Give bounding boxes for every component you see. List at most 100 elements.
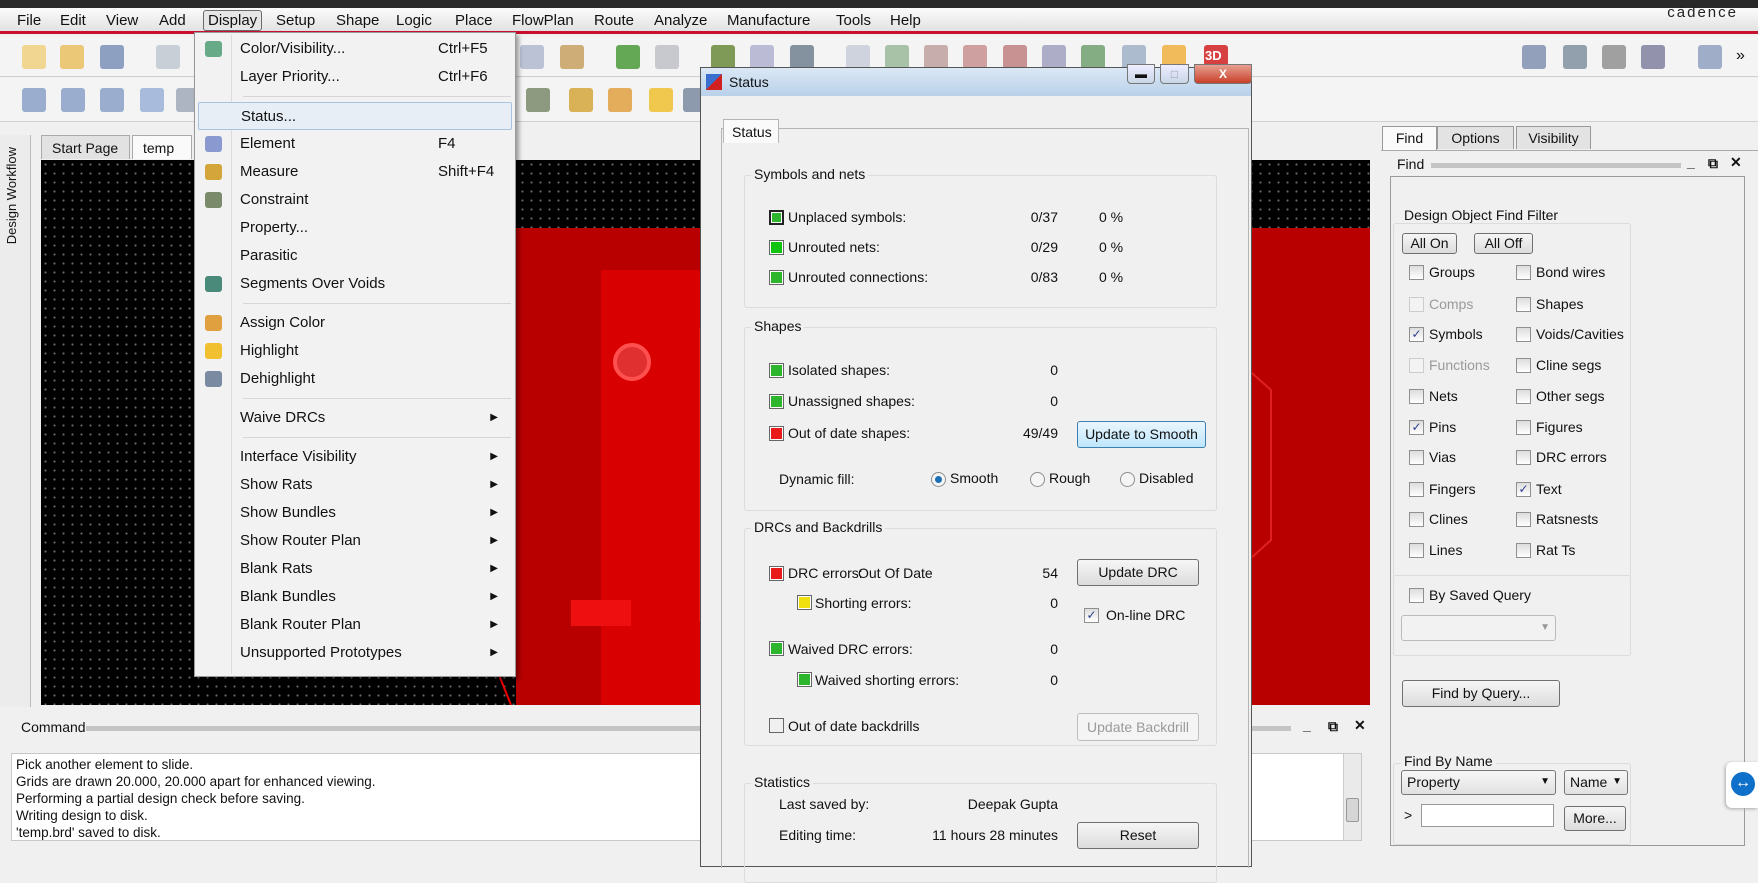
menu-item-blank-rats[interactable]: Blank Rats ▶: [198, 555, 512, 583]
constraint-icon[interactable]: [526, 88, 550, 112]
menu-item-assign-color[interactable]: Assign Color: [198, 309, 512, 337]
tab-temp[interactable]: temp: [132, 135, 192, 159]
close-icon[interactable]: ✕: [1730, 154, 1742, 171]
add-text-icon[interactable]: [520, 45, 544, 69]
component-u1-icon[interactable]: [655, 45, 679, 69]
teamviewer-widget[interactable]: ↔: [1726, 762, 1758, 808]
menu-flowplan[interactable]: FlowPlan: [508, 11, 578, 30]
all-off-button[interactable]: All Off: [1474, 233, 1533, 254]
menu-shape[interactable]: Shape: [332, 11, 383, 30]
move-icon[interactable]: [156, 45, 180, 69]
filter-groups-checkbox[interactable]: [1409, 265, 1424, 280]
highlight-icon[interactable]: [649, 88, 673, 112]
filter-shapes-checkbox[interactable]: [1516, 297, 1531, 312]
filter-pins-checkbox[interactable]: ✓: [1409, 420, 1424, 435]
menu-item-show-router-plan[interactable]: Show Router Plan ▶: [198, 527, 512, 555]
menu-item-highlight[interactable]: Highlight: [198, 337, 512, 365]
filter-figures-checkbox[interactable]: [1516, 420, 1531, 435]
save-icon[interactable]: [100, 45, 124, 69]
menu-item-measure[interactable]: Measure Shift+F4: [198, 158, 512, 186]
filter-symbols-checkbox[interactable]: ✓: [1409, 327, 1424, 342]
new-file-icon[interactable]: [22, 45, 46, 69]
name-select[interactable]: Name ▼: [1564, 770, 1628, 795]
close-icon[interactable]: ✕: [1354, 717, 1366, 734]
filter-rat-ts-checkbox[interactable]: [1516, 543, 1531, 558]
filter-ratsnests-checkbox[interactable]: [1516, 512, 1531, 527]
windows-icon[interactable]: [1698, 45, 1722, 69]
filter-lines-checkbox[interactable]: [1409, 543, 1424, 558]
menu-analyze[interactable]: Analyze: [650, 11, 711, 30]
filter-bond-wires-checkbox[interactable]: [1516, 265, 1531, 280]
filter-clines-checkbox[interactable]: [1409, 512, 1424, 527]
panel-drag-handle[interactable]: [1431, 163, 1681, 168]
menu-view[interactable]: View: [102, 11, 142, 30]
camera-icon[interactable]: [1602, 45, 1626, 69]
tab-find[interactable]: Find: [1382, 126, 1437, 150]
measure-icon[interactable]: [569, 88, 593, 112]
add-connect-icon[interactable]: [711, 45, 735, 69]
tab-start-page[interactable]: Start Page: [41, 135, 130, 159]
update-backdrill-button[interactable]: Update Backdrill: [1077, 713, 1199, 741]
menu-item-segments-over-voids[interactable]: Segments Over Voids: [198, 270, 512, 298]
close-button[interactable]: X: [1194, 64, 1252, 84]
delay-tune-icon[interactable]: [790, 45, 814, 69]
fill-smooth-radio[interactable]: [931, 472, 946, 487]
scrollbar-thumb[interactable]: [1346, 798, 1359, 822]
menu-help[interactable]: Help: [886, 11, 925, 30]
menu-logic[interactable]: Logic: [392, 11, 436, 30]
by-saved-query-checkbox[interactable]: [1409, 588, 1424, 603]
menu-item-dehighlight[interactable]: Dehighlight: [198, 365, 512, 393]
reset-button[interactable]: Reset: [1077, 822, 1199, 849]
menu-manufacture[interactable]: Manufacture: [723, 11, 814, 30]
menu-item-property[interactable]: Property...: [198, 214, 512, 242]
name-input[interactable]: [1421, 804, 1554, 827]
menu-item-blank-router-plan[interactable]: Blank Router Plan ▶: [198, 611, 512, 639]
menu-item-parasitic[interactable]: Parasitic: [198, 242, 512, 270]
filter-voids-cavities-checkbox[interactable]: [1516, 327, 1531, 342]
refdes-icon[interactable]: [1641, 45, 1665, 69]
grid-view-icon[interactable]: [846, 45, 870, 69]
tab-options[interactable]: Options: [1437, 126, 1514, 149]
command-scrollbar[interactable]: [1343, 754, 1361, 840]
menu-setup[interactable]: Setup: [272, 11, 319, 30]
menu-item-color-visibility[interactable]: Color/Visibility... Ctrl+F5: [198, 35, 512, 63]
edit-text-icon[interactable]: [560, 45, 584, 69]
menu-item-element[interactable]: Element F4: [198, 130, 512, 158]
shape-add-icon[interactable]: [22, 88, 46, 112]
menu-item-layer-priority[interactable]: Layer Priority... Ctrl+F6: [198, 63, 512, 91]
all-on-button[interactable]: All On: [1402, 233, 1457, 254]
circle-icon[interactable]: [100, 88, 124, 112]
filter-drc-errors-checkbox[interactable]: [1516, 450, 1531, 465]
tools-icon[interactable]: [1563, 45, 1587, 69]
zoom-fit-icon[interactable]: [1081, 45, 1105, 69]
filter-nets-checkbox[interactable]: [1409, 389, 1424, 404]
float-icon[interactable]: ⧉: [1708, 155, 1718, 172]
float-icon[interactable]: ⧉: [1328, 718, 1338, 735]
menu-add[interactable]: Add: [155, 11, 190, 30]
tab-status[interactable]: Status: [723, 119, 779, 143]
property-select[interactable]: Property ▼: [1401, 770, 1556, 795]
update-drc-button[interactable]: Update DRC: [1077, 559, 1199, 586]
zoom-out-icon[interactable]: [1042, 45, 1066, 69]
filter-cline-segs-checkbox[interactable]: [1516, 358, 1531, 373]
menu-item-waive-drcs[interactable]: Waive DRCs ▶: [198, 404, 512, 432]
update-to-smooth-button[interactable]: Update to Smooth: [1077, 421, 1206, 448]
open-folder-icon[interactable]: [60, 45, 84, 69]
menu-item-show-rats[interactable]: Show Rats ▶: [198, 471, 512, 499]
menu-item-constraint[interactable]: Constraint: [198, 186, 512, 214]
online-drc-checkbox[interactable]: ✓: [1084, 608, 1099, 623]
more-button[interactable]: More...: [1564, 806, 1626, 831]
menu-item-unsupported-prototypes[interactable]: Unsupported Prototypes ▶: [198, 639, 512, 667]
assign-color-icon[interactable]: [608, 88, 632, 112]
tab-visibility[interactable]: Visibility: [1516, 126, 1591, 149]
rectangle-icon[interactable]: [61, 88, 85, 112]
menu-item-blank-bundles[interactable]: Blank Bundles ▶: [198, 583, 512, 611]
menu-item-status[interactable]: Status...: [198, 102, 512, 130]
menu-item-interface-visibility[interactable]: Interface Visibility ▶: [198, 443, 512, 471]
filter-text-checkbox[interactable]: ✓: [1516, 482, 1531, 497]
minimize-icon[interactable]: _: [1687, 154, 1695, 170]
menu-file[interactable]: File: [13, 11, 45, 30]
find-by-query-button[interactable]: Find by Query...: [1402, 680, 1560, 707]
select-icon[interactable]: [140, 88, 164, 112]
place-component-icon[interactable]: [616, 45, 640, 69]
